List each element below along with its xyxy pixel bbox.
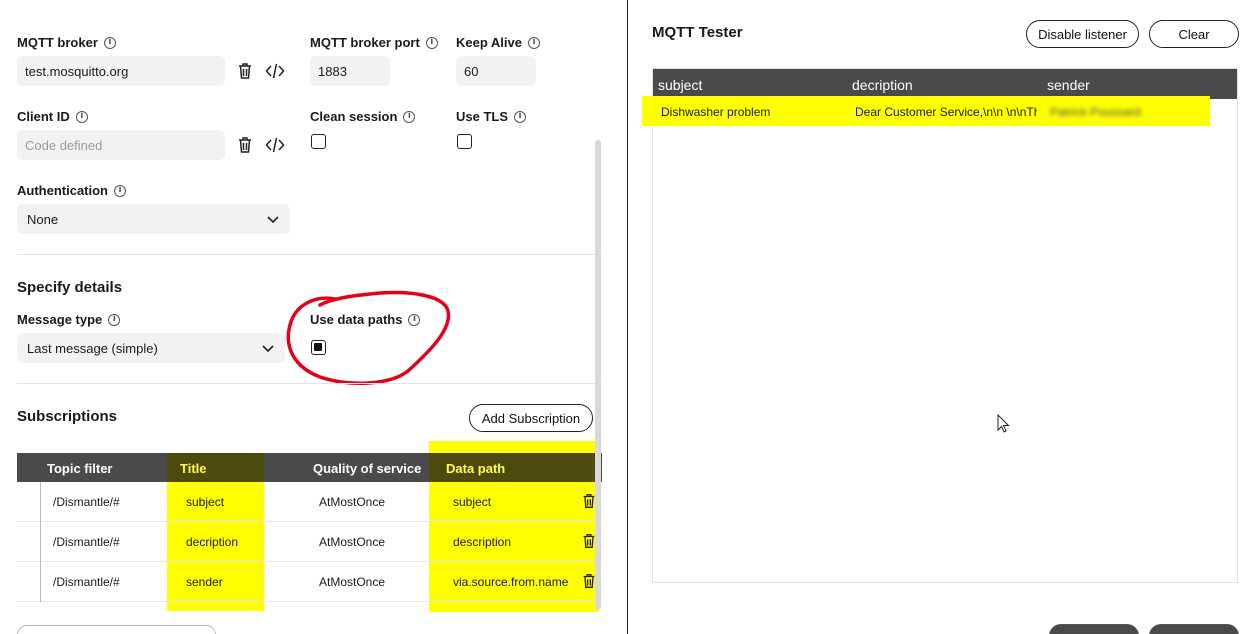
cell-qos: AtMostOnce xyxy=(319,575,386,589)
client-id-input[interactable]: Code defined xyxy=(17,130,225,160)
tester-table xyxy=(652,68,1238,583)
chevron-down-icon xyxy=(262,345,274,353)
keepalive-input[interactable]: 60 xyxy=(456,56,536,86)
panel-separator xyxy=(627,0,628,634)
cell-title: subject xyxy=(186,495,225,509)
info-icon[interactable]: i xyxy=(403,110,416,123)
clean-session-label: Clean session i xyxy=(310,109,416,124)
cell-subject: Dishwasher problem xyxy=(661,105,771,119)
trash-icon[interactable] xyxy=(235,61,255,81)
col-sender: sender xyxy=(1047,77,1090,93)
table-header: Topic filter Title Quality of service Da… xyxy=(17,453,602,482)
use-tls-label-text: Use TLS xyxy=(456,109,509,124)
cell-qos: AtMostOnce xyxy=(319,535,386,549)
cell-title: sender xyxy=(186,575,223,589)
cancel-button[interactable] xyxy=(1149,624,1239,634)
info-icon[interactable]: i xyxy=(528,36,540,49)
row-handle[interactable] xyxy=(17,562,41,602)
row-handle[interactable] xyxy=(17,522,41,562)
col-subject: subject xyxy=(658,77,703,93)
col-qos: Quality of service xyxy=(313,461,422,476)
cell-topic: /Dismantle/# xyxy=(53,535,120,549)
auth-select[interactable]: None xyxy=(17,204,290,234)
cell-qos: AtMostOnce xyxy=(319,495,386,509)
use-tls-checkbox[interactable] xyxy=(457,134,472,149)
port-label: MQTT broker port i xyxy=(310,35,438,50)
cell-datapath: subject xyxy=(453,495,492,509)
broker-input[interactable]: test.mosquitto.org xyxy=(17,56,225,86)
message-type-value: Last message (simple) xyxy=(27,340,158,356)
col-decription: decription xyxy=(852,77,913,93)
clean-session-label-text: Clean session xyxy=(310,109,398,124)
scrollbar[interactable] xyxy=(595,140,601,610)
tester-table-header: subject decription sender xyxy=(653,69,1237,99)
section-divider xyxy=(17,383,602,384)
broker-label-text: MQTT broker xyxy=(17,35,98,50)
cell-datapath: description xyxy=(453,535,512,549)
auth-label-text: Authentication xyxy=(17,183,108,198)
code-icon[interactable] xyxy=(265,61,285,81)
annotation-circle xyxy=(286,290,451,385)
table-row[interactable]: /Dismantle/# decription AtMostOnce descr… xyxy=(17,522,602,562)
info-icon[interactable]: i xyxy=(114,184,126,197)
port-label-text: MQTT broker port xyxy=(310,35,420,50)
info-icon[interactable]: i xyxy=(103,36,116,49)
subscriptions-heading: Subscriptions xyxy=(17,408,118,425)
settings-panel: MQTT broker i test.mosquitto.org MQTT br… xyxy=(0,0,627,634)
cell-sender: Patrick Poussard xyxy=(1050,105,1141,119)
info-icon[interactable]: i xyxy=(108,313,121,326)
client-id-label-text: Client ID xyxy=(17,109,70,124)
col-topic: Topic filter xyxy=(47,461,113,476)
table-row[interactable]: /Dismantle/# sender AtMostOnce via.sourc… xyxy=(17,562,602,602)
client-id-label: Client ID i xyxy=(17,109,88,124)
auth-select-value: None xyxy=(27,211,59,227)
use-tls-label: Use TLS i xyxy=(456,109,527,124)
mouse-cursor-icon xyxy=(997,414,1010,433)
message-type-label-text: Message type xyxy=(17,312,103,327)
auth-label: Authentication i xyxy=(17,183,126,198)
info-icon[interactable]: i xyxy=(425,36,438,49)
info-icon[interactable]: i xyxy=(514,110,527,123)
keepalive-label: Keep Alive i xyxy=(456,35,540,50)
disable-listener-button[interactable]: Disable listener xyxy=(1026,20,1139,48)
col-datapath: Data path xyxy=(446,461,506,476)
app-window: MQTT broker i test.mosquitto.org MQTT br… xyxy=(0,0,1253,634)
add-subscription-button[interactable]: Add Subscription xyxy=(469,404,593,432)
col-title: Title xyxy=(180,461,207,476)
clean-session-checkbox[interactable] xyxy=(311,134,326,149)
cell-decription: Dear Customer Service,\n\n \n\nTh xyxy=(855,105,1037,119)
message-type-label: Message type i xyxy=(17,312,121,327)
cell-topic: /Dismantle/# xyxy=(53,495,120,509)
chevron-down-icon xyxy=(267,216,279,224)
search-pill[interactable] xyxy=(17,625,216,634)
row-handle[interactable] xyxy=(17,482,41,522)
details-heading: Specify details xyxy=(17,279,123,296)
cell-topic: /Dismantle/# xyxy=(53,575,120,589)
message-type-select[interactable]: Last message (simple) xyxy=(17,333,285,363)
cell-datapath: via.source.from.name xyxy=(453,575,569,589)
ok-button[interactable] xyxy=(1049,624,1139,634)
trash-icon[interactable] xyxy=(235,135,255,155)
subscriptions-table: Topic filter Title Quality of service Da… xyxy=(17,453,602,602)
info-icon[interactable]: i xyxy=(75,110,88,123)
table-row[interactable]: /Dismantle/# subject AtMostOnce subject xyxy=(17,482,602,522)
tester-title: MQTT Tester xyxy=(652,24,743,41)
section-divider xyxy=(17,254,602,255)
cell-title: decription xyxy=(186,535,239,549)
keepalive-label-text: Keep Alive xyxy=(456,35,522,50)
broker-label: MQTT broker i xyxy=(17,35,116,50)
clear-button[interactable]: Clear xyxy=(1149,20,1239,48)
port-input[interactable]: 1883 xyxy=(310,56,390,86)
message-row[interactable]: Dishwasher problem Dear Customer Service… xyxy=(642,96,1210,126)
code-icon[interactable] xyxy=(265,135,285,155)
